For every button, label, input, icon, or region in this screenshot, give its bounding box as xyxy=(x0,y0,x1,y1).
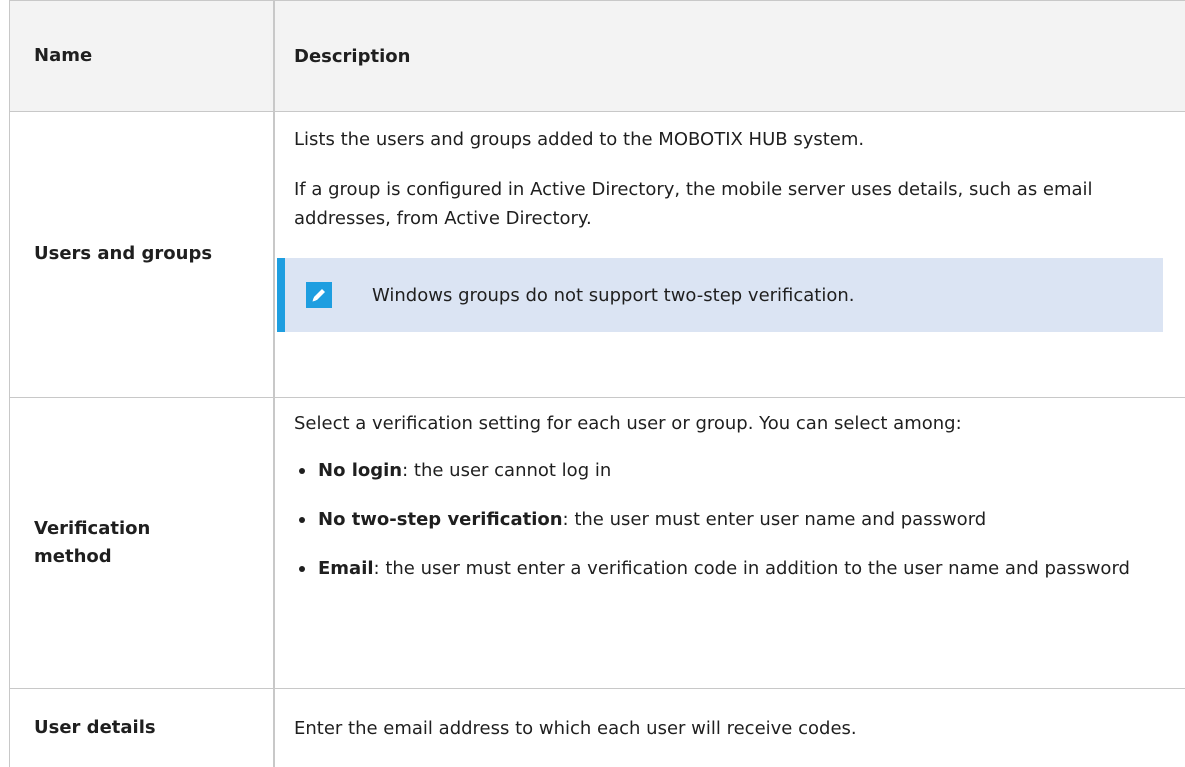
description-paragraph: If a group is configured in Active Direc… xyxy=(294,179,1093,229)
row-name: User details xyxy=(10,689,275,767)
row-name: Verification method xyxy=(10,398,275,688)
description-paragraph: Lists the users and groups added to the … xyxy=(294,129,865,150)
option-text: : the user must enter user name and pass… xyxy=(562,509,987,530)
table-row: User details Enter the email address to … xyxy=(10,689,1185,767)
note-box: Windows groups do not support two-step v… xyxy=(277,258,1163,332)
options-list: No login: the user cannot log in No two-… xyxy=(294,456,1174,583)
option-term: Email xyxy=(318,558,374,579)
table-row: Users and groups Lists the users and gro… xyxy=(10,111,1185,398)
description-intro: Select a verification setting for each u… xyxy=(294,413,962,434)
option-text: : the user cannot log in xyxy=(402,460,612,481)
option-text: : the user must enter a verification cod… xyxy=(373,558,1130,579)
row-description: Enter the email address to which each us… xyxy=(277,689,1185,767)
option-term: No two-step verification xyxy=(318,509,563,530)
row-description: Lists the users and groups added to the … xyxy=(277,111,1185,397)
row-name-label: Verification method xyxy=(34,518,151,567)
option-term: No login xyxy=(318,460,403,481)
description-paragraph: Enter the email address to which each us… xyxy=(294,717,857,739)
settings-table: Name Description Users and groups Lists … xyxy=(9,0,1185,767)
row-description: Select a verification setting for each u… xyxy=(277,398,1185,688)
table-header-row: Name Description xyxy=(10,0,1185,112)
header-name: Name xyxy=(10,1,275,111)
list-item: Email: the user must enter a verificatio… xyxy=(294,554,1158,583)
row-name: Users and groups xyxy=(10,111,275,397)
note-text: Windows groups do not support two-step v… xyxy=(372,284,855,306)
pencil-icon xyxy=(306,282,332,308)
list-item: No login: the user cannot log in xyxy=(294,456,1174,485)
header-description: Description xyxy=(294,45,411,67)
table-row: Verification method Select a verificatio… xyxy=(10,398,1185,689)
list-item: No two-step verification: the user must … xyxy=(294,505,1078,534)
